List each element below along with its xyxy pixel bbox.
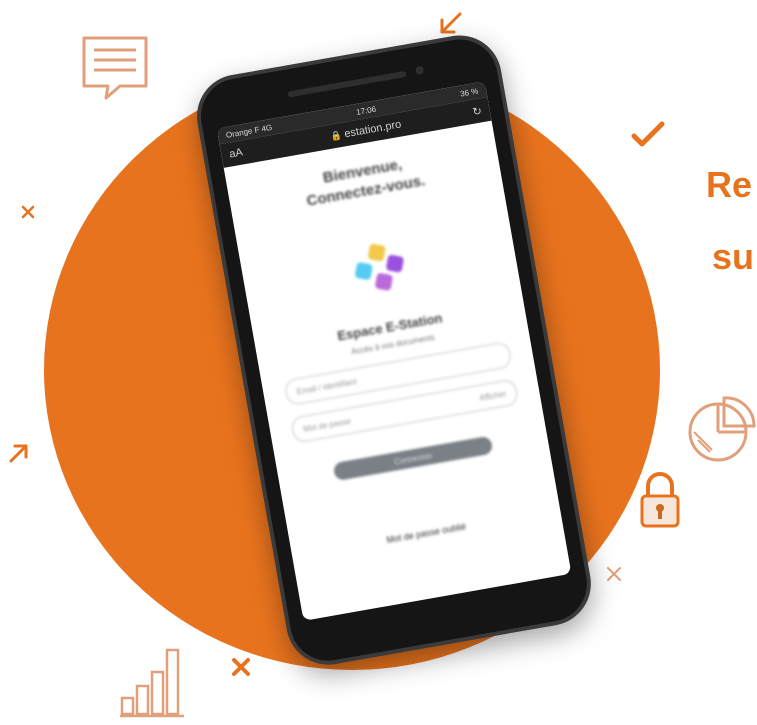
battery-label: 36 % xyxy=(459,86,479,99)
headline-line-1: Re xyxy=(706,164,753,205)
cross-icon xyxy=(232,658,250,676)
clock-label: 17:06 xyxy=(355,104,377,117)
cross-icon xyxy=(21,205,35,219)
lock-icon: 🔒 xyxy=(329,129,343,142)
password-placeholder: Mot de passe xyxy=(302,416,352,434)
brand-logo-icon xyxy=(352,241,408,297)
login-form: Bienvenue, Connectez-vous. Espace E-Stat… xyxy=(224,121,564,580)
login-button[interactable]: Connexion xyxy=(332,435,494,482)
text-size-button[interactable]: aA xyxy=(228,144,260,160)
padlock-icon xyxy=(640,472,680,528)
illustration: Re su Orange F 4G 17:06 36 % aA 🔒 estati… xyxy=(0,0,757,725)
arrow-up-right-icon xyxy=(9,444,28,463)
pie-chart-icon xyxy=(688,396,756,462)
bar-chart-icon xyxy=(120,648,184,718)
email-placeholder: Email / identifiant xyxy=(295,376,358,397)
reload-icon[interactable]: ↻ xyxy=(471,104,483,118)
chat-icon xyxy=(82,36,148,100)
check-icon xyxy=(631,121,665,147)
headline-line-2: su xyxy=(712,236,755,277)
speaker-grille xyxy=(287,70,407,98)
forgot-password-link[interactable]: Mot de passe oublié xyxy=(313,509,539,558)
front-camera xyxy=(415,65,425,75)
show-password-toggle[interactable]: Afficher xyxy=(479,389,507,403)
cross-icon xyxy=(607,567,621,581)
